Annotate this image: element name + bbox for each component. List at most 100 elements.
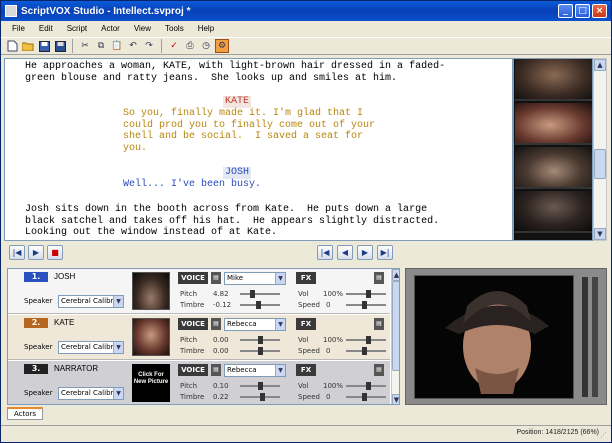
actor-number-badge: 2. <box>24 318 48 328</box>
scroll-down-icon[interactable]: ▼ <box>392 394 399 404</box>
menu-actor[interactable]: Actor <box>94 24 127 33</box>
voice-button[interactable]: VOICE <box>178 272 208 284</box>
speed-slider[interactable] <box>346 301 386 309</box>
speed-slider[interactable] <box>346 393 386 401</box>
script-dialogue-line: could prod you to finally come out of yo… <box>123 119 376 131</box>
previous-line-icon[interactable]: ◀ <box>337 245 353 260</box>
speed-slider[interactable] <box>346 347 386 355</box>
clock-icon[interactable]: ◷ <box>199 39 213 53</box>
scroll-thumb[interactable] <box>392 281 399 371</box>
fx-button[interactable]: FX <box>296 318 316 330</box>
thumbnail-image[interactable] <box>515 191 592 233</box>
timbre-label: Timbre <box>180 393 205 401</box>
voice-button[interactable]: VOICE <box>178 318 208 330</box>
actor-portrait[interactable] <box>132 318 170 356</box>
preview-volume-slider[interactable] <box>592 277 598 397</box>
resize-grip-icon[interactable]: ⋰ <box>600 431 610 441</box>
fx-settings-icon[interactable]: ▤ <box>374 272 384 284</box>
volume-slider[interactable] <box>346 290 386 298</box>
menu-edit[interactable]: Edit <box>32 24 60 33</box>
first-line-icon[interactable]: |◀ <box>317 245 333 260</box>
script-scrollbar[interactable]: ▲ ▼ <box>593 58 607 241</box>
thumbnail-image[interactable] <box>515 103 592 145</box>
voice-select[interactable]: Rebecca ▼ <box>224 364 286 377</box>
new-icon[interactable] <box>5 39 19 53</box>
speaker-select[interactable]: Cerebral Calibr ▼ <box>58 341 124 354</box>
fx-button[interactable]: FX <box>296 364 316 376</box>
undo-icon[interactable]: ↶ <box>126 39 140 53</box>
title-bar[interactable]: ScriptVOX Studio - Intellect.svproj * _ … <box>1 1 611 21</box>
timbre-slider[interactable] <box>240 393 280 401</box>
voice-select[interactable]: Mike ▼ <box>224 272 286 285</box>
fx-button[interactable]: FX <box>296 272 316 284</box>
voice-settings-icon[interactable]: ▤ <box>211 272 221 284</box>
actor-row-narrator[interactable]: 3. NARRATOR Speaker Cerebral Calibr ▼ Cli… <box>8 361 390 404</box>
fx-settings-icon[interactable]: ▤ <box>374 364 384 376</box>
actor-row-josh[interactable]: 1. JOSH Speaker Cerebral Calibr ▼ VOICE ▤… <box>8 269 390 314</box>
play-icon[interactable]: ▶ <box>28 245 44 260</box>
scroll-thumb[interactable] <box>594 149 606 179</box>
volume-slider[interactable] <box>346 382 386 390</box>
actor-row-kate[interactable]: 2. KATE Speaker Cerebral Calibr ▼ VOICE ▤… <box>8 315 390 360</box>
settings-icon[interactable]: ⚙ <box>215 39 229 53</box>
speaker-value: Cerebral Calibr <box>61 389 114 397</box>
scroll-up-icon[interactable]: ▲ <box>392 269 399 281</box>
thumbnail-image[interactable] <box>515 147 592 189</box>
new-picture-button[interactable]: Click For New Picture <box>132 364 170 402</box>
copy-icon[interactable]: ⧉ <box>94 39 108 53</box>
actor-portrait[interactable] <box>132 272 170 310</box>
pitch-slider[interactable] <box>240 290 280 298</box>
script-action-line: Josh sits down in the booth across from … <box>25 204 428 215</box>
timbre-slider[interactable] <box>240 347 280 355</box>
menu-script[interactable]: Script <box>60 24 94 33</box>
menu-file[interactable]: File <box>5 24 32 33</box>
pitch-slider[interactable] <box>240 336 280 344</box>
redo-icon[interactable]: ↷ <box>142 39 156 53</box>
cut-icon[interactable]: ✂ <box>78 39 92 53</box>
fx-settings-icon[interactable]: ▤ <box>374 318 384 330</box>
stop-icon[interactable]: ■ <box>47 245 63 260</box>
minimize-button[interactable]: _ <box>558 4 573 18</box>
menu-tools[interactable]: Tools <box>158 24 191 33</box>
timbre-label: Timbre <box>180 301 205 309</box>
pitch-value: 4.82 <box>213 290 229 298</box>
save-icon[interactable] <box>37 39 51 53</box>
voice-value: Rebecca <box>227 320 257 328</box>
menu-view[interactable]: View <box>127 24 158 33</box>
close-button[interactable]: × <box>592 4 607 18</box>
actor-list-scrollbar[interactable]: ▲ ▼ <box>391 269 399 404</box>
app-window: ScriptVOX Studio - Intellect.svproj * _ … <box>0 0 612 443</box>
spellcheck-icon[interactable]: ✓ <box>167 39 181 53</box>
character-preview-panel <box>405 268 607 405</box>
speaker-select[interactable]: Cerebral Calibr ▼ <box>58 387 124 400</box>
actor-voices-panel: 1. JOSH Speaker Cerebral Calibr ▼ VOICE ▤… <box>7 268 400 405</box>
open-folder-icon[interactable] <box>21 39 35 53</box>
actor-number-badge: 3. <box>24 364 48 374</box>
next-line-icon[interactable]: ▶ <box>357 245 373 260</box>
paste-icon[interactable]: 📋 <box>110 39 124 53</box>
chevron-down-icon: ▼ <box>275 365 285 376</box>
menu-help[interactable]: Help <box>191 24 221 33</box>
speed-label: Speed <box>298 301 320 309</box>
voice-settings-icon[interactable]: ▤ <box>211 364 221 376</box>
volume-slider[interactable] <box>346 336 386 344</box>
tab-actors[interactable]: Actors <box>7 407 44 420</box>
pitch-slider[interactable] <box>240 382 280 390</box>
speaker-select[interactable]: Cerebral Calibr ▼ <box>58 295 124 308</box>
maximize-button[interactable]: □ <box>575 4 590 18</box>
timbre-slider[interactable] <box>240 301 280 309</box>
voice-select[interactable]: Rebecca ▼ <box>224 318 286 331</box>
scroll-up-icon[interactable]: ▲ <box>594 59 606 71</box>
window-title: ScriptVOX Studio - Intellect.svproj * <box>21 5 191 17</box>
script-dialogue-line: you. <box>123 142 148 154</box>
voice-button[interactable]: VOICE <box>178 364 208 376</box>
print-icon[interactable]: ⎙ <box>183 39 197 53</box>
save-all-icon[interactable] <box>53 39 67 53</box>
skip-back-icon[interactable]: |◀ <box>9 245 25 260</box>
thumbnail-image[interactable] <box>515 59 592 101</box>
script-editor[interactable]: He approaches a woman, KATE, with light-… <box>4 58 513 241</box>
volume-label: Vol <box>298 382 309 390</box>
voice-settings-icon[interactable]: ▤ <box>211 318 221 330</box>
last-line-icon[interactable]: ▶| <box>377 245 393 260</box>
scroll-down-icon[interactable]: ▼ <box>594 228 606 240</box>
